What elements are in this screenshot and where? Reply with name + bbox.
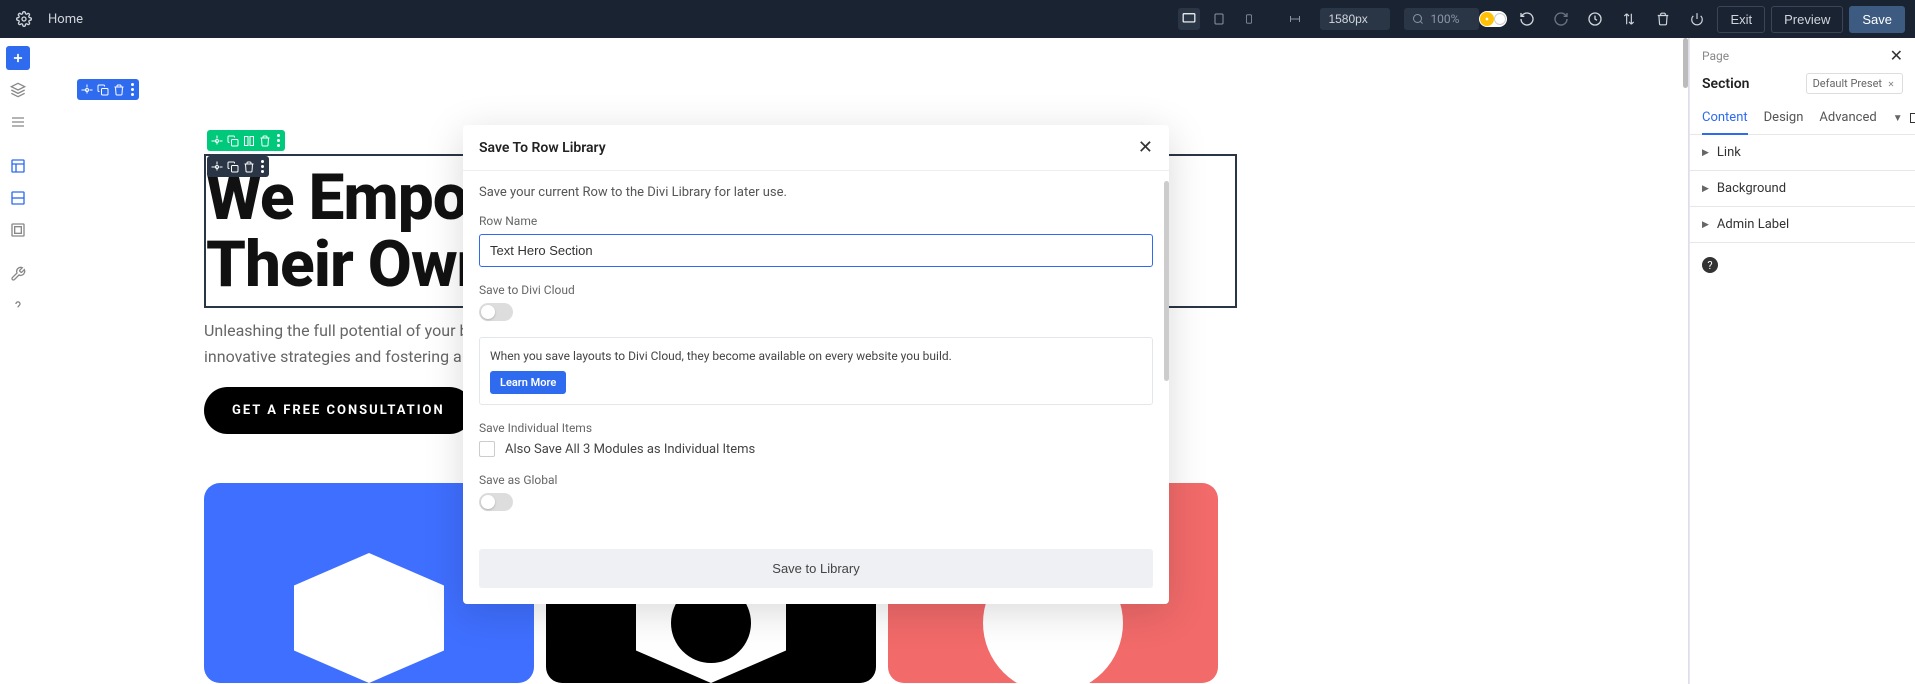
- panel-title: Section: [1702, 76, 1749, 92]
- panel-breadcrumb: Page: [1702, 49, 1729, 63]
- tab-design[interactable]: Design: [1764, 102, 1804, 134]
- modal-scrollbar[interactable]: [1164, 181, 1169, 381]
- cloud-info-text: When you save layouts to Divi Cloud, the…: [490, 349, 952, 363]
- accordion-link[interactable]: ▶ Link: [1690, 135, 1915, 170]
- row-name-label: Row Name: [479, 214, 1153, 228]
- section-delete-icon[interactable]: [111, 82, 127, 98]
- zoom-input-wrap[interactable]: 100%: [1404, 8, 1479, 30]
- save-library-modal: Save To Row Library ✕ Save your current …: [463, 125, 1169, 604]
- module-more-icon[interactable]: [257, 158, 267, 175]
- row-duplicate-icon[interactable]: [225, 133, 241, 149]
- tab-content[interactable]: Content: [1702, 102, 1748, 135]
- layers-icon[interactable]: [6, 78, 30, 102]
- accordion-background[interactable]: ▶ Background: [1690, 171, 1915, 206]
- help-question-icon[interactable]: [6, 294, 30, 318]
- row-settings-icon[interactable]: [209, 133, 225, 149]
- global-toggle[interactable]: [479, 493, 513, 511]
- trash-icon[interactable]: [1649, 5, 1677, 33]
- canvas-scrollbar[interactable]: [1683, 38, 1688, 88]
- cloud-label: Save to Divi Cloud: [479, 283, 1153, 297]
- preset-label: Default Preset: [1813, 77, 1882, 90]
- save-to-library-button[interactable]: Save to Library: [479, 549, 1153, 588]
- preset-dropdown[interactable]: Default Preset: [1806, 73, 1903, 94]
- sort-icon[interactable]: [1615, 5, 1643, 33]
- row-controls[interactable]: [207, 130, 285, 151]
- sun-icon: [1480, 12, 1494, 26]
- learn-more-button[interactable]: Learn More: [490, 371, 566, 394]
- list-icon[interactable]: [6, 110, 30, 134]
- module-delete-icon[interactable]: [241, 159, 257, 175]
- modal-description: Save your current Row to the Divi Librar…: [479, 185, 1153, 200]
- wireframe-icon[interactable]: [6, 154, 30, 178]
- section-duplicate-icon[interactable]: [95, 82, 111, 98]
- hexagon-shape: [294, 553, 444, 683]
- preset-icon: [1886, 79, 1896, 89]
- close-icon[interactable]: ✕: [1138, 137, 1153, 158]
- chevron-right-icon: ▶: [1702, 220, 1709, 230]
- row-delete-icon[interactable]: [257, 133, 273, 149]
- module-controls[interactable]: [207, 156, 269, 177]
- individual-checkbox[interactable]: [479, 441, 495, 457]
- accordion-background-label: Background: [1717, 181, 1786, 196]
- panel-close-icon[interactable]: ✕: [1890, 46, 1903, 65]
- library-icon[interactable]: [6, 218, 30, 242]
- redo-icon[interactable]: [1547, 5, 1575, 33]
- insert-row-icon[interactable]: [6, 186, 30, 210]
- chevron-right-icon: ▶: [1702, 148, 1709, 158]
- left-sidebar: [0, 38, 36, 684]
- individual-checkbox-label: Also Save All 3 Modules as Individual It…: [505, 442, 755, 457]
- cta-button[interactable]: GET A FREE CONSULTATION: [204, 387, 473, 434]
- undo-icon[interactable]: [1513, 5, 1541, 33]
- section-controls[interactable]: [77, 79, 139, 100]
- save-button[interactable]: Save: [1849, 6, 1905, 33]
- exit-button[interactable]: Exit: [1717, 6, 1765, 33]
- power-icon[interactable]: [1683, 5, 1711, 33]
- row-name-input[interactable]: [479, 234, 1153, 267]
- modal-title: Save To Row Library: [479, 140, 606, 156]
- mobile-view-icon[interactable]: [1238, 8, 1260, 30]
- add-icon[interactable]: [6, 46, 30, 70]
- theme-toggle[interactable]: [1479, 11, 1507, 27]
- wrench-icon[interactable]: [6, 262, 30, 286]
- section-settings-icon[interactable]: [79, 82, 95, 98]
- toggle-knob: [481, 305, 495, 319]
- settings-panel: Page ✕ Section Default Preset Content De…: [1689, 38, 1915, 684]
- section-more-icon[interactable]: [127, 81, 137, 98]
- home-link[interactable]: Home: [48, 12, 83, 27]
- cloud-toggle[interactable]: [479, 303, 513, 321]
- accordion-link-label: Link: [1717, 145, 1741, 160]
- module-duplicate-icon[interactable]: [225, 159, 241, 175]
- theme-knob: [1494, 13, 1506, 25]
- tablet-view-icon[interactable]: [1208, 8, 1230, 30]
- accordion-admin-label-label: Admin Label: [1717, 217, 1789, 232]
- cloud-info-box: When you save layouts to Divi Cloud, the…: [479, 337, 1153, 405]
- individual-label: Save Individual Items: [479, 421, 1153, 435]
- viewport-size-input[interactable]: [1320, 8, 1390, 30]
- row-columns-icon[interactable]: [241, 133, 257, 149]
- history-icon[interactable]: [1581, 5, 1609, 33]
- preview-button[interactable]: Preview: [1771, 6, 1843, 33]
- width-expand-icon[interactable]: [1284, 8, 1306, 30]
- global-label: Save as Global: [479, 473, 1153, 487]
- chevron-down-icon[interactable]: ▼: [1893, 113, 1903, 124]
- top-bar: Home 100% Exit: [0, 0, 1915, 38]
- module-settings-icon[interactable]: [209, 159, 225, 175]
- chevron-right-icon: ▶: [1702, 184, 1709, 194]
- row-more-icon[interactable]: [273, 132, 283, 149]
- desktop-view-icon[interactable]: [1178, 8, 1200, 30]
- gear-icon[interactable]: [10, 5, 38, 33]
- zoom-value: 100%: [1430, 12, 1459, 26]
- tab-advanced[interactable]: Advanced: [1819, 102, 1876, 134]
- accordion-admin-label[interactable]: ▶ Admin Label: [1690, 207, 1915, 242]
- toggle-knob: [481, 495, 495, 509]
- expand-icon[interactable]: [1909, 112, 1915, 124]
- panel-help-icon[interactable]: ?: [1702, 257, 1718, 273]
